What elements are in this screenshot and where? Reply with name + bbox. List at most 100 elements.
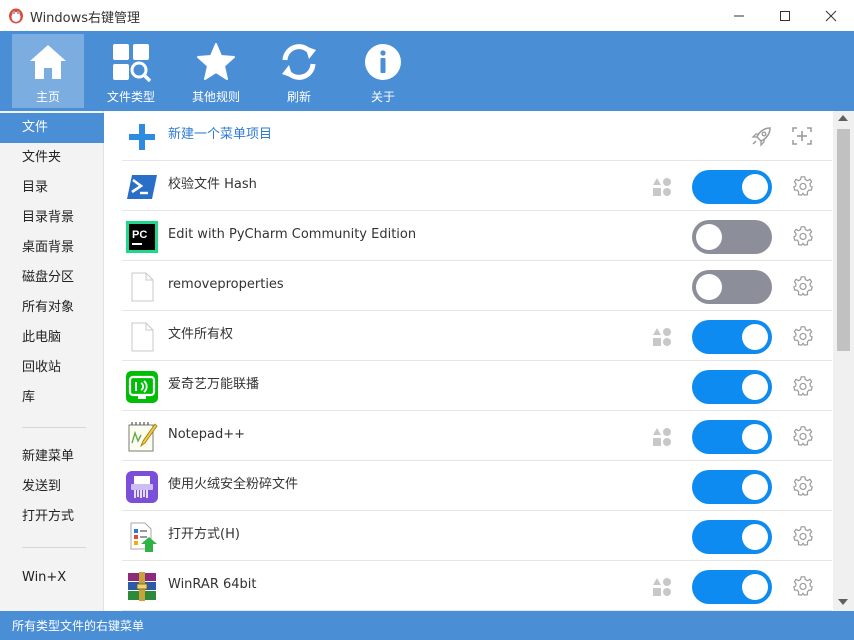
enable-toggle[interactable] [692,470,772,504]
toggle-knob [742,474,768,500]
list-item: PC Edit with PyCharm Community Edition [122,211,832,261]
enable-toggle[interactable] [692,170,772,204]
vertical-scrollbar[interactable] [833,111,854,611]
sidebar-divider [22,427,86,428]
sidebar-item-send-to[interactable]: 发送到 [0,472,104,502]
scroll-up-arrow-icon[interactable] [838,115,848,121]
sidebar-item-new-menu[interactable]: 新建菜单 [0,442,104,472]
list-item-label: 文件所有权 [168,327,234,342]
enable-toggle[interactable] [692,220,772,254]
sidebar-item-directory-background[interactable]: 目录背景 [0,203,104,233]
toolbar-home-button[interactable]: 主页 [12,34,84,108]
iqiyi-icon [126,371,158,403]
scrollbar-thumb[interactable] [837,129,850,351]
scroll-down-arrow-icon[interactable] [838,599,848,605]
shapes-icon[interactable] [652,177,672,197]
list-item-label: 打开方式(H) [168,527,240,542]
enable-toggle[interactable] [692,420,772,454]
list-item: 文件所有权 [122,311,832,361]
app-logo-icon [9,8,23,24]
shapes-icon[interactable] [652,327,672,347]
shapes-icon[interactable] [652,577,672,597]
toolbar-other-rules-label: 其他规则 [191,90,240,104]
minimize-icon [734,15,744,16]
gear-icon[interactable] [792,475,814,497]
sidebar-item-folder[interactable]: 文件夹 [0,143,104,173]
close-button[interactable] [808,0,854,31]
enable-toggle[interactable] [692,570,772,604]
toggle-knob [696,274,722,300]
list-item: 使用火绒安全粉碎文件 [122,461,832,511]
sidebar-item-this-pc[interactable]: 此电脑 [0,323,104,353]
status-text: 所有类型文件的右键菜单 [12,619,145,633]
sidebar-item-win-x[interactable]: Win+X [0,563,104,593]
toggle-knob [696,224,722,250]
sidebar-item-directory[interactable]: 目录 [0,173,104,203]
toggle-knob [742,524,768,550]
toolbar-about-label: 关于 [370,90,395,104]
sidebar-item-drive[interactable]: 磁盘分区 [0,263,104,293]
gear-icon[interactable] [792,575,814,597]
new-menu-item-label[interactable]: 新建一个菜单项目 [168,111,272,159]
toolbar-about-button[interactable]: 关于 [347,34,419,108]
open-with-icon [130,522,157,552]
toggle-knob [742,424,768,450]
status-bar: 所有类型文件的右键菜单 [0,611,854,640]
file-type-search-icon [113,44,151,82]
gear-icon[interactable] [792,325,814,347]
list-item: 爱奇艺万能联播 [122,361,832,411]
list-item: WinRAR 64bit [122,561,832,611]
enable-toggle[interactable] [692,270,772,304]
toggle-knob [742,324,768,350]
sidebar-divider [22,547,86,548]
close-icon [825,10,837,21]
powershell-icon [127,175,157,199]
list-item: Notepad++ [122,411,832,461]
enable-toggle[interactable] [692,370,772,404]
gear-icon[interactable] [792,175,814,197]
toggle-knob [742,174,768,200]
list-item-label: 校验文件 Hash [168,177,257,192]
list-item-label: 爱奇艺万能联播 [168,377,260,392]
home-icon [30,45,66,79]
gear-icon[interactable] [792,425,814,447]
toolbar-refresh-label: 刷新 [286,90,311,104]
winrar-icon [128,572,156,601]
enable-toggle[interactable] [692,320,772,354]
toggle-knob [742,374,768,400]
toolbar-file-type-label: 文件类型 [106,90,155,104]
blank-file-icon [131,322,154,352]
list-item-label: removeproperties [168,277,284,292]
shapes-icon[interactable] [652,427,672,447]
notepadpp-icon [128,422,158,452]
main-toolbar: 主页 文件类型 其他规则 刷新 关于 [0,31,854,111]
sidebar-item-recycle-bin[interactable]: 回收站 [0,353,104,383]
menu-item-list: 新建一个菜单项目 校验文件 Hash PC Edit with PyCharm … [105,111,854,611]
gear-icon[interactable] [792,225,814,247]
list-item: removeproperties [122,261,832,311]
minimize-button[interactable] [716,0,762,31]
sidebar-item-all-objects[interactable]: 所有对象 [0,293,104,323]
toolbar-file-type-button[interactable]: 文件类型 [95,34,167,108]
sidebar-item-open-with[interactable]: 打开方式 [0,502,104,532]
gear-icon[interactable] [792,525,814,547]
maximize-button[interactable] [762,0,808,31]
new-menu-item-row[interactable]: 新建一个菜单项目 [122,111,832,161]
gear-icon[interactable] [792,375,814,397]
blank-file-icon [131,272,154,302]
enable-toggle[interactable] [692,520,772,554]
add-target-icon[interactable] [790,124,814,148]
toolbar-other-rules-button[interactable]: 其他规则 [180,34,252,108]
sidebar-item-file[interactable]: 文件 [0,113,104,143]
plus-icon [129,124,155,150]
sidebar-item-desktop-background[interactable]: 桌面背景 [0,233,104,263]
sidebar: 文件 文件夹 目录 目录背景 桌面背景 磁盘分区 所有对象 此电脑 回收站 库 … [0,111,104,611]
gear-icon[interactable] [792,275,814,297]
toolbar-refresh-button[interactable]: 刷新 [263,34,335,108]
list-item-label: WinRAR 64bit [168,577,257,592]
window-title: Windows右键管理 [30,11,141,26]
rocket-icon[interactable] [750,124,774,148]
shredder-icon [126,471,158,503]
sidebar-item-library[interactable]: 库 [0,383,104,413]
maximize-icon [780,10,790,21]
